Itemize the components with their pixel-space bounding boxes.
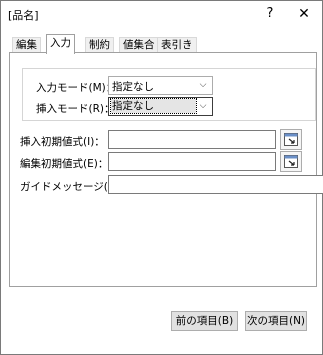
tab-constraints[interactable]: 制約: [85, 37, 114, 53]
expression-builder-button-insert[interactable]: [280, 129, 302, 150]
title-bar: [品名] ? ✕: [1, 1, 322, 27]
dialog-window: [品名] ? ✕ 編集 入力 制約 値集合 表引き 入力モード(M)： 指定なし…: [0, 0, 323, 355]
next-item-button[interactable]: 次の項目(N): [245, 311, 307, 331]
insert-mode-label: 挿入モード(R)：: [36, 103, 115, 115]
input-mode-label: 入力モード(M)：: [36, 82, 117, 94]
close-button[interactable]: ✕: [294, 4, 314, 24]
insert-initial-field[interactable]: [108, 130, 276, 149]
expression-picker-icon: [284, 133, 298, 146]
expression-picker-icon: [284, 155, 298, 168]
chevron-down-icon: ⌵: [199, 101, 207, 111]
input-mode-value: 指定なし: [112, 81, 154, 93]
guide-message-field[interactable]: [108, 175, 323, 194]
chevron-down-icon: ⌵: [199, 80, 207, 90]
insert-mode-select[interactable]: 指定なし ⌵: [108, 97, 213, 116]
tab-edit[interactable]: 編集: [12, 37, 41, 53]
help-button[interactable]: ?: [260, 4, 280, 24]
previous-item-button[interactable]: 前の項目(B): [171, 311, 238, 331]
edit-initial-label: 編集初期値式(E)：: [20, 158, 109, 170]
expression-builder-button-edit[interactable]: [280, 151, 302, 172]
insert-initial-label: 挿入初期値式(I)：: [20, 136, 105, 148]
input-mode-select[interactable]: 指定なし ⌵: [108, 76, 213, 95]
tab-value-set[interactable]: 値集合: [119, 37, 159, 53]
edit-initial-field[interactable]: [108, 152, 276, 171]
window-title: [品名]: [8, 9, 39, 22]
tab-input[interactable]: 入力: [46, 34, 75, 54]
insert-mode-value: 指定なし: [110, 98, 197, 114]
tab-lookup[interactable]: 表引き: [157, 37, 197, 53]
